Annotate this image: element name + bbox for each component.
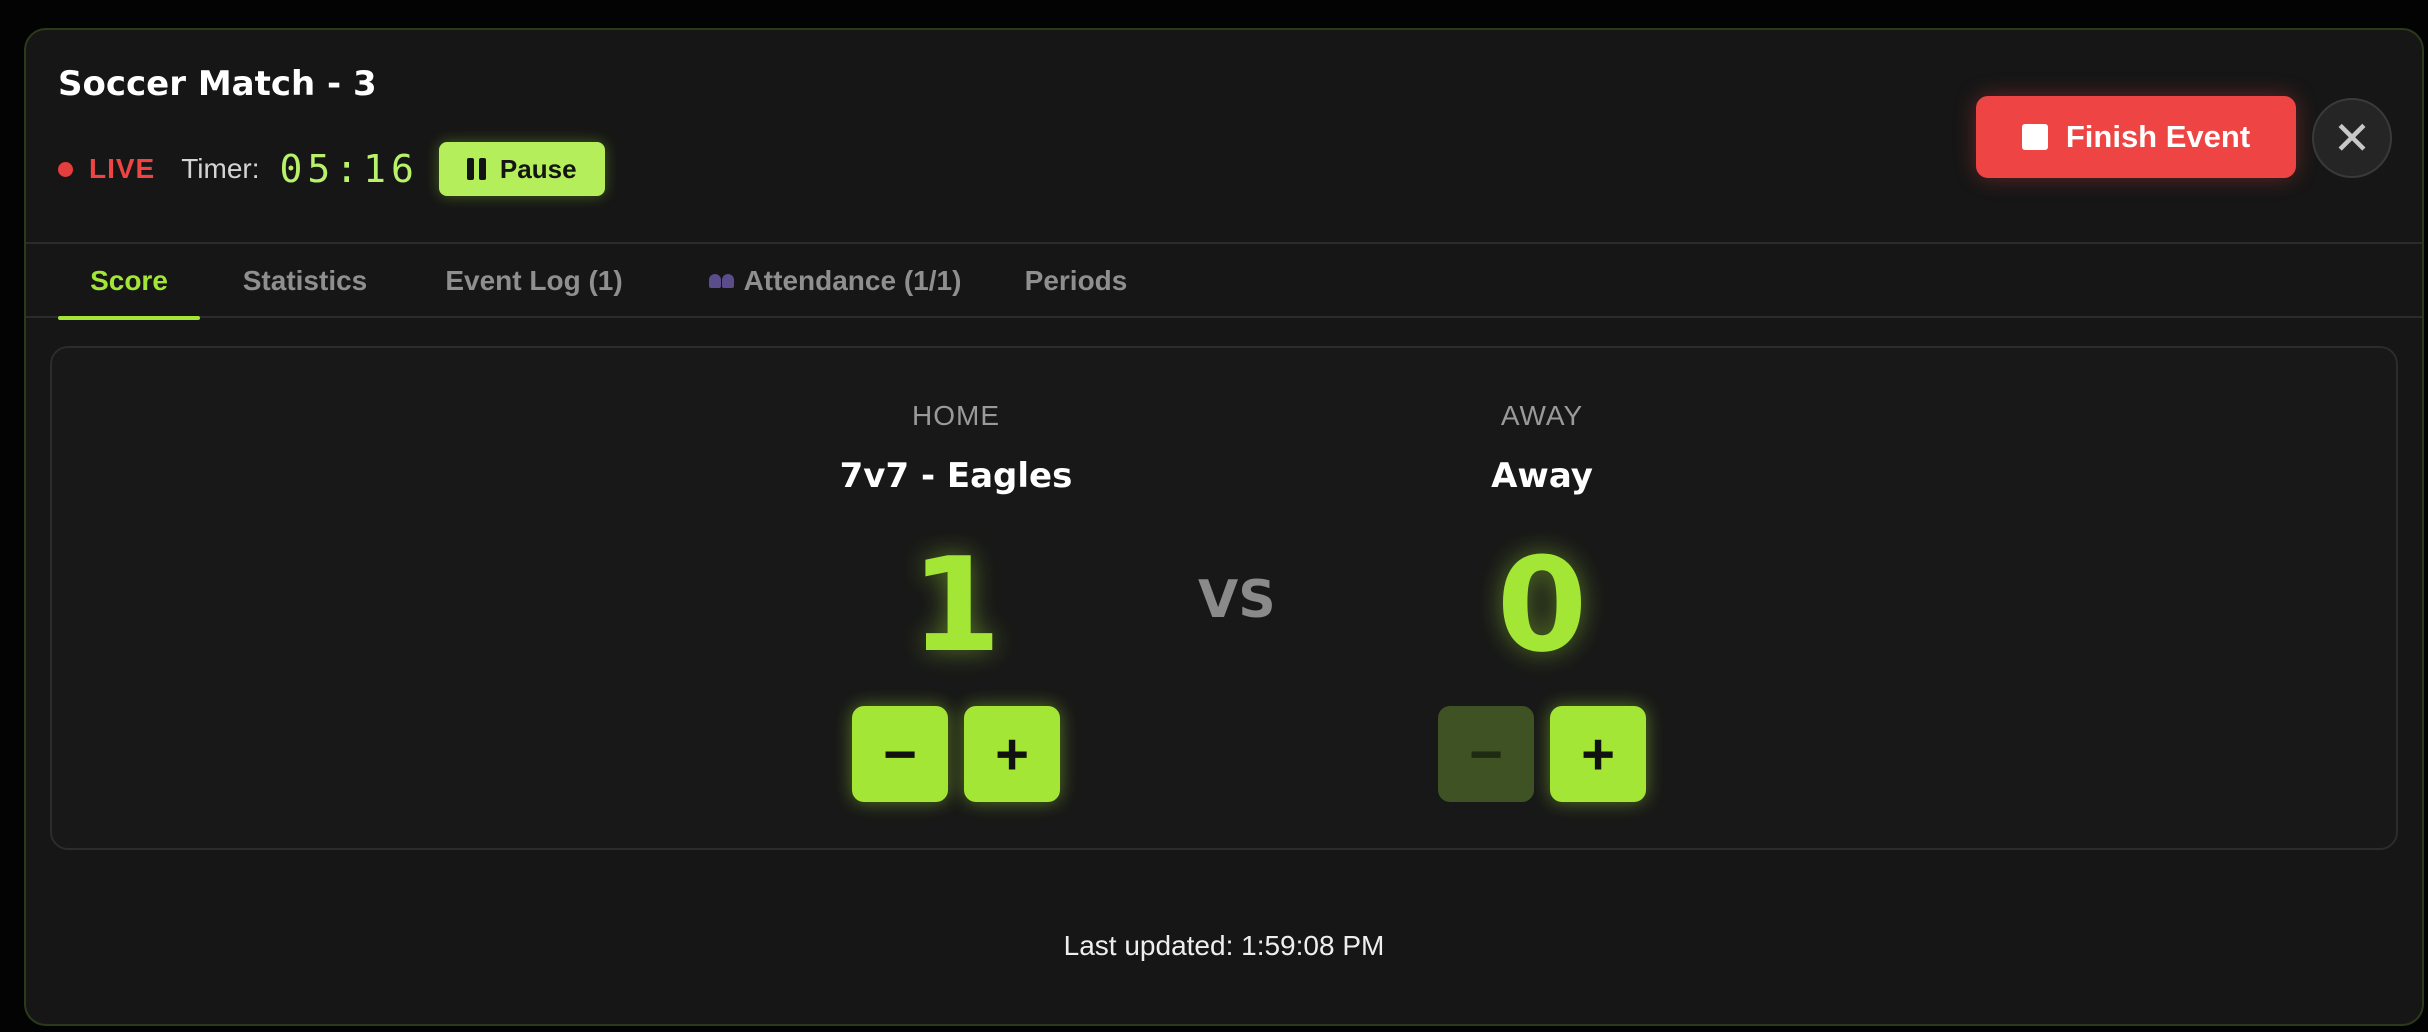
scoreboard: HOME 7v7 - Eagles 1 − + VS AWAY Away 0 − bbox=[50, 346, 2398, 850]
home-increment-button[interactable]: + bbox=[964, 706, 1060, 802]
plus-icon: + bbox=[995, 721, 1029, 787]
people-icon bbox=[708, 274, 734, 288]
status-row: LIVE Timer: 05:16 Pause bbox=[58, 142, 605, 196]
tab-attendance[interactable]: Attendance (1/1) bbox=[690, 244, 980, 318]
away-score-controls: − + bbox=[1362, 706, 1722, 802]
tab-label: Event Log (1) bbox=[445, 265, 623, 296]
home-team-name: 7v7 - Eagles bbox=[839, 456, 1073, 496]
close-icon: ✕ bbox=[2332, 112, 2372, 164]
tab-event-log[interactable]: Event Log (1) bbox=[436, 244, 632, 318]
vs-label: VS bbox=[1198, 570, 1276, 630]
page-title: Soccer Match - 3 bbox=[58, 64, 377, 104]
away-decrement-button[interactable]: − bbox=[1438, 706, 1534, 802]
tab-label: Score bbox=[90, 265, 168, 296]
tab-periods[interactable]: Periods bbox=[1016, 244, 1136, 318]
tab-statistics[interactable]: Statistics bbox=[240, 244, 370, 318]
close-button[interactable]: ✕ bbox=[2312, 98, 2392, 178]
last-updated: Last updated: 1:59:08 PM bbox=[1063, 930, 1385, 961]
home-label: HOME bbox=[912, 400, 1000, 431]
finish-event-label: Finish Event bbox=[2065, 119, 2251, 154]
plus-icon: + bbox=[1581, 721, 1615, 787]
event-modal: Soccer Match - 3 LIVE Timer: 05:16 Pause… bbox=[24, 28, 2424, 1026]
tab-bar: Score Statistics Event Log (1) Attendanc… bbox=[26, 244, 2422, 320]
minus-icon: − bbox=[1469, 721, 1503, 787]
timer-label: Timer: bbox=[181, 153, 260, 184]
modal-header: Soccer Match - 3 LIVE Timer: 05:16 Pause… bbox=[26, 30, 2422, 244]
live-badge: LIVE bbox=[89, 153, 156, 184]
finish-event-button[interactable]: Finish Event bbox=[1976, 96, 2296, 178]
timer-display: 05:16 bbox=[279, 147, 419, 191]
home-decrement-button[interactable]: − bbox=[852, 706, 948, 802]
tab-score[interactable]: Score bbox=[58, 244, 200, 320]
away-team-name: Away bbox=[1491, 456, 1593, 496]
away-score: 0 bbox=[1496, 529, 1588, 681]
away-increment-button[interactable]: + bbox=[1550, 706, 1646, 802]
tab-label: Statistics bbox=[242, 265, 368, 296]
home-score-controls: − + bbox=[776, 706, 1136, 802]
pause-button-label: Pause bbox=[499, 153, 577, 184]
tab-label: Attendance (1/1) bbox=[743, 265, 962, 296]
home-score: 1 bbox=[910, 529, 1002, 681]
minus-icon: − bbox=[883, 721, 917, 787]
live-dot-icon bbox=[58, 161, 73, 177]
pause-icon bbox=[466, 158, 486, 180]
tab-label: Periods bbox=[1024, 265, 1128, 296]
pause-button[interactable]: Pause bbox=[438, 142, 605, 196]
stop-icon bbox=[2021, 124, 2048, 150]
away-label: AWAY bbox=[1500, 400, 1584, 431]
